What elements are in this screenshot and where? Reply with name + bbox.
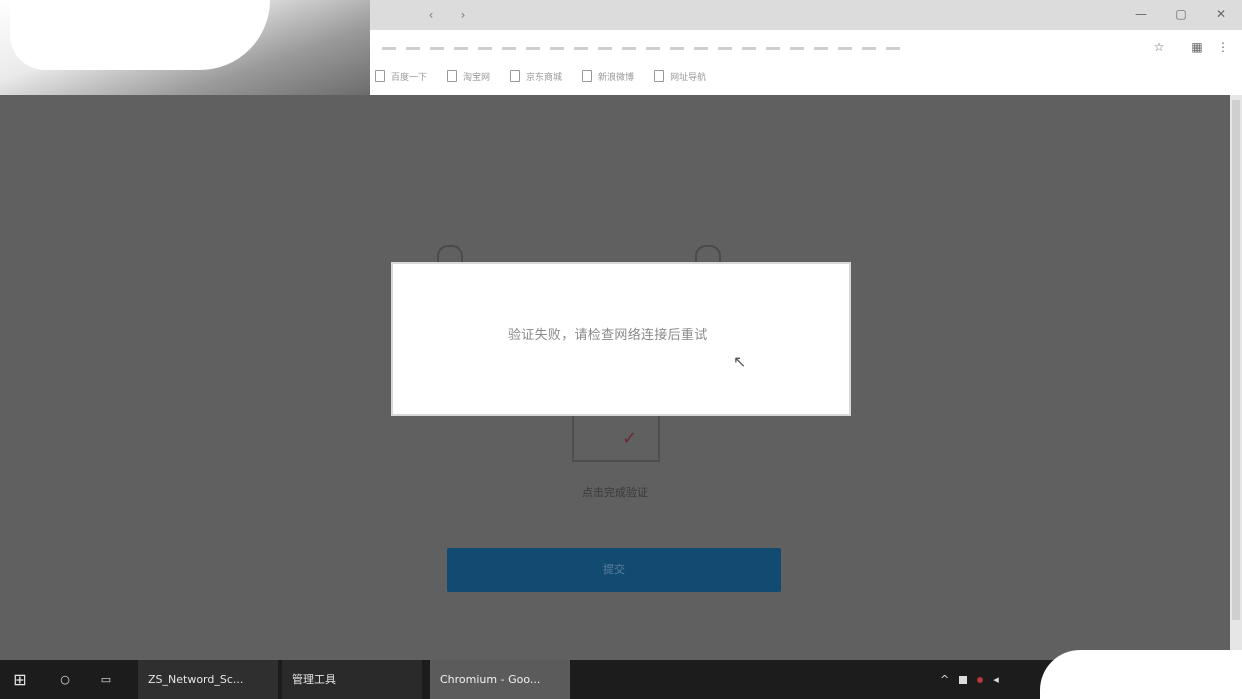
- address-text: [382, 47, 902, 50]
- menu-icon[interactable]: ⋮: [1214, 38, 1232, 56]
- bookmark-label: 百度一下: [391, 72, 428, 83]
- wallpaper-cloud: [10, 0, 270, 70]
- search-icon[interactable]: ○: [55, 660, 75, 699]
- task-view-icon[interactable]: ▭: [96, 660, 116, 699]
- volume-icon[interactable]: ◂: [993, 673, 999, 686]
- wallpaper-fragment: [0, 0, 370, 95]
- alert-message: 验证失败，请检查网络连接后重试: [508, 328, 708, 343]
- system-tray: ^ ◂: [940, 660, 999, 699]
- back-icon[interactable]: ‹: [424, 8, 438, 22]
- maximize-button[interactable]: ▢: [1170, 4, 1192, 24]
- bookmark-item[interactable]: 新浪微博: [582, 66, 634, 86]
- browser-chrome: ‹ › — ▢ ✕ ☆ ▦ ⋮ 百度一下 淘宝网 京东商城 新浪微博 网址导航: [0, 0, 1242, 95]
- page-icon: [510, 70, 521, 82]
- alert-dialog: 验证失败，请检查网络连接后重试 ↖: [393, 264, 849, 414]
- page-icon: [447, 70, 458, 82]
- bookmark-item[interactable]: 淘宝网: [447, 66, 490, 86]
- chevron-up-icon[interactable]: ^: [940, 673, 949, 686]
- desktop-corner: [1040, 650, 1242, 699]
- bookmark-label: 网址导航: [670, 72, 707, 83]
- submit-button[interactable]: 提交: [447, 548, 781, 592]
- bookmark-star-icon[interactable]: ☆: [1150, 38, 1168, 56]
- page-icon: [375, 70, 385, 82]
- taskbar-app-active[interactable]: Chromium - Goo...: [430, 660, 570, 699]
- check-icon: ✓: [622, 428, 638, 449]
- captcha-image[interactable]: [572, 410, 660, 462]
- bookmark-item[interactable]: 网址导航: [654, 66, 706, 86]
- bookmarks-bar: 百度一下 淘宝网 京东商城 新浪微博 网址导航: [375, 66, 706, 86]
- notification-icon[interactable]: [977, 676, 984, 683]
- extensions-icon[interactable]: ▦: [1188, 38, 1206, 56]
- bookmark-label: 京东商城: [526, 72, 563, 83]
- bookmark-label: 淘宝网: [463, 72, 491, 83]
- scrollbar-thumb[interactable]: [1232, 100, 1240, 620]
- bookmark-item[interactable]: 百度一下: [375, 66, 427, 86]
- page-icon: [654, 70, 665, 82]
- close-button[interactable]: ✕: [1210, 4, 1232, 24]
- windows-start-icon[interactable]: ⊞: [0, 660, 40, 699]
- captcha-label: 点击完成验证: [582, 486, 648, 499]
- page-icon: [582, 70, 593, 82]
- minimize-button[interactable]: —: [1130, 4, 1152, 24]
- taskbar-app[interactable]: ZS_Netword_Sc...: [138, 660, 278, 699]
- bookmark-item[interactable]: 京东商城: [510, 66, 562, 86]
- bookmark-label: 新浪微博: [598, 72, 635, 83]
- forward-icon[interactable]: ›: [456, 8, 470, 22]
- address-bar[interactable]: [370, 38, 1150, 60]
- mouse-cursor-icon: ↖: [733, 352, 747, 371]
- taskbar-app[interactable]: 管理工具: [282, 660, 422, 699]
- network-icon[interactable]: [959, 675, 968, 684]
